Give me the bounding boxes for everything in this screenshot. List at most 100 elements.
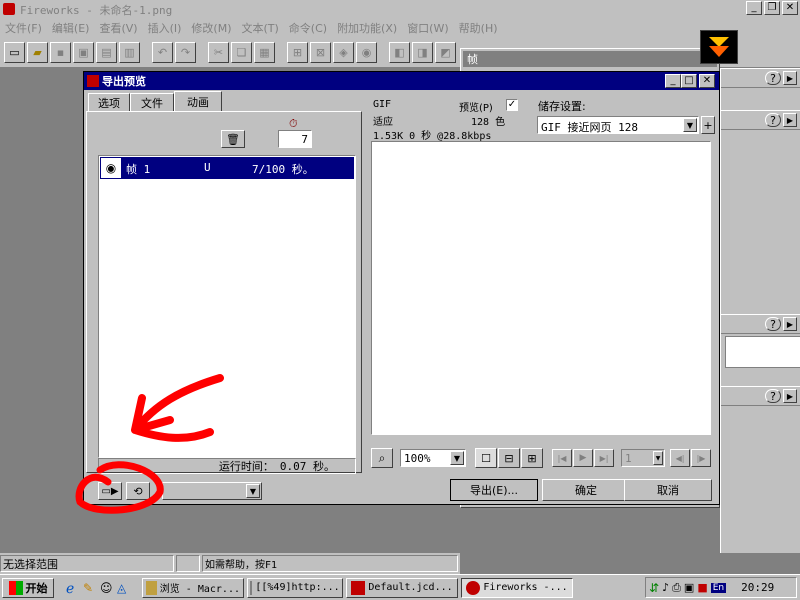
panel-menu-arrow-icon[interactable]: ▶ [783, 389, 797, 403]
menu-window[interactable]: 窗口(W) [402, 20, 453, 36]
panel-help-icon[interactable]: ? [765, 71, 781, 85]
restore-button[interactable]: ❐ [764, 1, 780, 15]
export-icon[interactable]: ▤ [96, 42, 117, 63]
preview-checkbox[interactable]: ✓ [506, 99, 518, 111]
status-bar: 无选择范围 如需帮助，按F1 [0, 553, 460, 574]
annotation-arrow [75, 374, 224, 514]
bring-front-icon[interactable]: ◧ [389, 42, 410, 63]
dialog-close-button[interactable]: ✕ [699, 74, 715, 88]
chevron-down-icon[interactable]: ▼ [683, 118, 697, 132]
panel-help-icon[interactable]: ? [765, 389, 781, 403]
menu-insert[interactable]: 插入(I) [143, 20, 187, 36]
frame-delay-input[interactable]: 7 [278, 130, 312, 148]
copy-icon[interactable]: ❏ [231, 42, 252, 63]
page-icon [250, 580, 253, 595]
task-fireworks[interactable]: Fireworks -... [461, 577, 573, 598]
menu-help[interactable]: 帮助(H) [454, 20, 503, 36]
panel-menu-arrow-icon[interactable]: ▶ [783, 71, 797, 85]
join-icon[interactable]: ◈ [333, 42, 354, 63]
tray-network-icon[interactable]: ⇵ [649, 581, 659, 595]
first-frame-button[interactable]: |◀ [552, 449, 572, 467]
panel-help-icon[interactable]: ? [765, 113, 781, 127]
dialog-fireworks-icon [87, 75, 99, 87]
frames-window-titlebar: 帧 [463, 51, 717, 67]
paste-icon[interactable]: ▦ [254, 42, 275, 63]
zoom-select[interactable]: 100% ▼ [400, 449, 466, 467]
menu-file[interactable]: 文件(F) [0, 20, 47, 36]
task-web[interactable]: [[%49]http:... [247, 577, 343, 598]
split-view-2-button[interactable]: ⊟ [498, 448, 520, 468]
menu-view[interactable]: 查看(V) [94, 20, 142, 36]
export-button[interactable]: 导出(E)... [450, 479, 538, 501]
saved-settings-label: 储存设置: [538, 100, 586, 113]
tab-animation[interactable]: 动画 [174, 91, 222, 111]
preview-info: GIF 预览(P) ✓ 适应 128 色 1.53K 0 秒 @28.8kbps [373, 99, 523, 143]
net-icon[interactable]: ◬ [117, 581, 131, 595]
tray-volume-icon[interactable]: ♪ [662, 581, 669, 594]
single-view-button[interactable]: ☐ [475, 448, 497, 468]
task-browser[interactable]: 浏览 - Macr... [142, 577, 244, 598]
last-frame-button[interactable]: ▶| [594, 449, 614, 467]
panel-help-icon[interactable]: ? [765, 317, 781, 331]
minimize-button[interactable]: _ [746, 1, 762, 15]
zoom-value: 100% [404, 452, 431, 465]
qq-icon[interactable]: ☺ [100, 581, 114, 595]
next-frame-button[interactable]: |▶ [691, 449, 711, 467]
tray-printer-icon[interactable]: ⎙ [672, 581, 681, 595]
chevron-down-icon[interactable]: ▼ [450, 451, 464, 465]
panel-menu-arrow-icon[interactable]: ▶ [783, 317, 797, 331]
import-icon[interactable]: ▣ [73, 42, 94, 63]
tab-file[interactable]: 文件 [130, 93, 174, 111]
menu-edit[interactable]: 编辑(E) [47, 20, 95, 36]
print-icon[interactable]: ▥ [119, 42, 140, 63]
tray-monitor-icon[interactable]: ▣ [684, 581, 694, 594]
task-default[interactable]: Default.jcd... [346, 577, 458, 598]
dialog-maximize-button[interactable]: □ [681, 74, 697, 88]
dialog-minimize-button[interactable]: _ [665, 74, 681, 88]
redo-icon[interactable]: ↷ [175, 42, 196, 63]
frame-row[interactable]: ◉ 帧 1 U 7/100 秒。 [100, 157, 354, 179]
task-label: Fireworks -... [483, 582, 568, 593]
delete-frame-button[interactable]: 🗑 [221, 130, 245, 148]
menu-commands[interactable]: 命令(C) [284, 20, 332, 36]
doc-icon [351, 580, 366, 595]
menu-modify[interactable]: 修改(M) [186, 20, 236, 36]
new-file-icon[interactable]: ▭ [4, 42, 25, 63]
zoom-icon[interactable]: ⌕ [371, 448, 393, 468]
save-icon[interactable]: ▪ [50, 42, 71, 63]
align-icon[interactable]: ◩ [435, 42, 456, 63]
launcher-icon[interactable] [700, 30, 738, 64]
ie-icon[interactable]: ℯ [66, 581, 80, 597]
prev-frame-button[interactable]: ◀| [670, 449, 690, 467]
undo-icon[interactable]: ↶ [152, 42, 173, 63]
tab-options[interactable]: 选项 [88, 93, 130, 111]
cancel-button[interactable]: 取消 [624, 479, 712, 501]
panel-menu-arrow-icon[interactable]: ▶ [783, 113, 797, 127]
menu-bar: 文件(F) 编辑(E) 查看(V) 插入(I) 修改(M) 文本(T) 命令(C… [0, 18, 800, 38]
start-button[interactable]: 开始 [2, 577, 54, 598]
tray-app-icon[interactable]: ■ [697, 581, 707, 594]
eye-icon[interactable]: ◉ [101, 158, 121, 178]
language-indicator[interactable]: En [710, 582, 727, 593]
ungroup-icon[interactable]: ⊠ [310, 42, 331, 63]
open-folder-icon[interactable]: ▰ [27, 42, 48, 63]
send-back-icon[interactable]: ◨ [412, 42, 433, 63]
add-setting-button[interactable]: + [701, 116, 715, 134]
cut-icon[interactable]: ✂ [208, 42, 229, 63]
split-icon[interactable]: ◉ [356, 42, 377, 63]
menu-xtras[interactable]: 附加功能(X) [332, 20, 402, 36]
task-label: [[%49]http:... [255, 582, 340, 593]
group-icon[interactable]: ⊞ [287, 42, 308, 63]
close-button[interactable]: ✕ [782, 1, 798, 15]
split-view-4-button[interactable]: ⊞ [521, 448, 543, 468]
chevron-down-icon[interactable]: ▼ [246, 484, 260, 498]
menu-text[interactable]: 文本(T) [236, 20, 283, 36]
saved-settings-select[interactable]: GIF 接近网页 128 ▼ [537, 116, 699, 134]
ok-button[interactable]: 确定 [542, 479, 630, 501]
fireworks-icon [466, 580, 481, 595]
frame-number-field[interactable]: 1 ▼ [621, 449, 665, 467]
clock: 20:29 [741, 581, 775, 594]
play-button[interactable]: ▶ [573, 449, 593, 467]
outlook-icon[interactable]: ✎ [83, 581, 97, 595]
chevron-down-icon[interactable]: ▼ [653, 451, 663, 465]
